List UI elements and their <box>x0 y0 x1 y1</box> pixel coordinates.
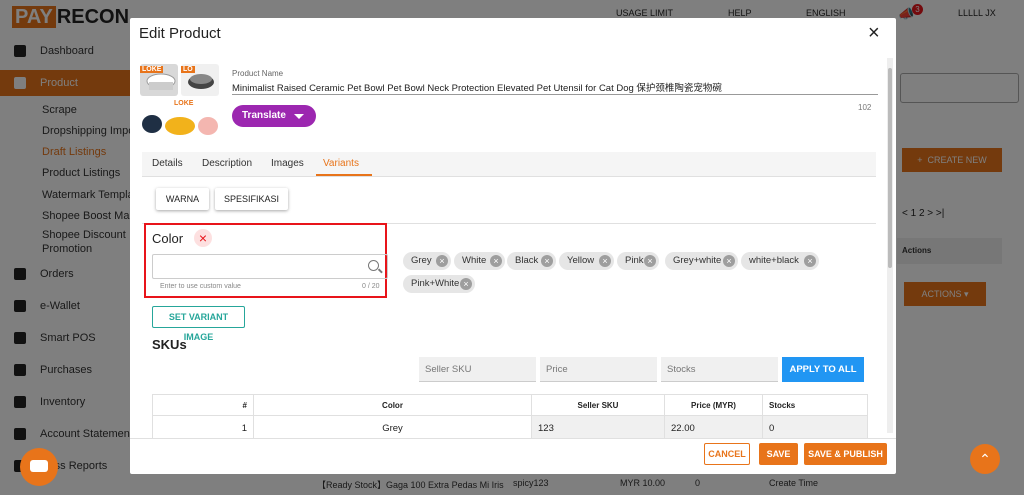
remove-chip-icon[interactable]: × <box>644 255 656 267</box>
column-header: Price (MYR) <box>664 394 763 416</box>
tab-variants[interactable]: Variants <box>323 158 359 169</box>
save-button[interactable]: SAVE <box>759 443 798 465</box>
edit-product-modal: Edit Product × LOKE LO LOKE Product Name… <box>130 18 896 474</box>
save-and-publish-button[interactable]: SAVE & PUBLISH <box>804 443 887 465</box>
modal-body: LOKE LO LOKE Product Name Minimalist Rai… <box>138 56 886 438</box>
color-title: Color <box>152 231 184 246</box>
color-chip[interactable]: white+black × <box>741 252 819 270</box>
table-header-row: # Color Seller SKU Price (MYR) Stocks <box>152 394 868 416</box>
skus-title: SKUs <box>152 337 187 352</box>
remove-chip-icon[interactable]: × <box>490 255 502 267</box>
column-header: Color <box>253 394 532 416</box>
apply-to-all-button[interactable]: APPLY TO ALL <box>782 357 864 382</box>
modal-scrollbar[interactable] <box>887 58 893 433</box>
product-tabs: Details Description Images Variants <box>142 152 876 177</box>
color-variation-box: Color × Enter to use custom value 0 / 20 <box>144 223 388 298</box>
set-variant-image-button[interactable]: SET VARIANT IMAGE <box>152 306 245 342</box>
caret-down-icon <box>294 114 304 119</box>
color-chip[interactable]: Pink+White × <box>403 275 475 293</box>
color-chip[interactable]: Black × <box>507 252 556 270</box>
row-seller-sku-input[interactable]: 123 <box>531 415 665 438</box>
active-tab-indicator <box>316 174 372 176</box>
remove-chip-icon[interactable]: × <box>804 255 816 267</box>
table-row: 1 Grey 123 22.00 0 <box>152 415 868 438</box>
product-image[interactable]: LOKE <box>140 100 220 140</box>
remove-chip-icon[interactable]: × <box>460 278 472 290</box>
product-name-label: Product Name <box>232 69 284 78</box>
column-header: Seller SKU <box>531 394 665 416</box>
input-count: 0 / 20 <box>362 283 380 290</box>
seller-sku-input[interactable]: Seller SKU <box>419 357 536 382</box>
char-count: 102 <box>858 103 872 112</box>
column-header: Stocks <box>762 394 868 416</box>
product-name-input[interactable]: Minimalist Raised Ceramic Pet Bowl Pet B… <box>232 80 862 94</box>
translate-button[interactable]: Translate <box>232 105 316 127</box>
color-chip[interactable]: Grey+white × <box>665 252 738 270</box>
row-stocks-input[interactable]: 0 <box>762 415 868 438</box>
remove-chip-icon[interactable]: × <box>599 255 611 267</box>
modal-title: Edit Product <box>139 25 221 42</box>
sku-table: # Color Seller SKU Price (MYR) Stocks 1 … <box>152 394 868 438</box>
chat-icon[interactable] <box>20 448 58 486</box>
color-chip[interactable]: Pink × <box>617 252 659 270</box>
variant-tab-spesifikasi[interactable]: SPESIFIKASI <box>215 188 288 210</box>
tab-details[interactable]: Details <box>152 158 183 169</box>
scrollbar-thumb[interactable] <box>888 68 892 268</box>
tab-description[interactable]: Description <box>202 158 252 169</box>
stocks-input[interactable]: Stocks <box>661 357 778 382</box>
price-input[interactable]: Price <box>540 357 657 382</box>
product-image[interactable]: LO <box>181 64 219 96</box>
column-header: # <box>152 394 254 416</box>
row-price-input[interactable]: 22.00 <box>664 415 763 438</box>
remove-chip-icon[interactable]: × <box>723 255 735 267</box>
product-image[interactable]: LOKE <box>140 64 178 96</box>
color-chip[interactable]: Grey × <box>403 252 451 270</box>
color-chip[interactable]: Yellow × <box>559 252 614 270</box>
color-chip[interactable]: White × <box>454 252 505 270</box>
scroll-top-button[interactable]: ⌃ <box>970 444 1000 474</box>
remove-chip-icon[interactable]: × <box>436 255 448 267</box>
remove-variation-icon[interactable]: × <box>194 229 212 247</box>
row-number: 1 <box>152 415 254 438</box>
close-icon[interactable]: × <box>868 23 880 43</box>
row-color: Grey <box>253 415 532 438</box>
color-option-input[interactable] <box>152 254 388 279</box>
remove-chip-icon[interactable]: × <box>541 255 553 267</box>
cancel-button[interactable]: CANCEL <box>704 443 750 465</box>
variant-tab-warna[interactable]: WARNA <box>156 188 209 210</box>
search-icon <box>368 260 379 271</box>
product-name-underline <box>232 94 878 95</box>
footer-divider <box>130 438 896 439</box>
input-hint: Enter to use custom value <box>160 283 241 290</box>
tab-images[interactable]: Images <box>271 158 304 169</box>
chevron-up-icon: ⌃ <box>979 451 991 467</box>
